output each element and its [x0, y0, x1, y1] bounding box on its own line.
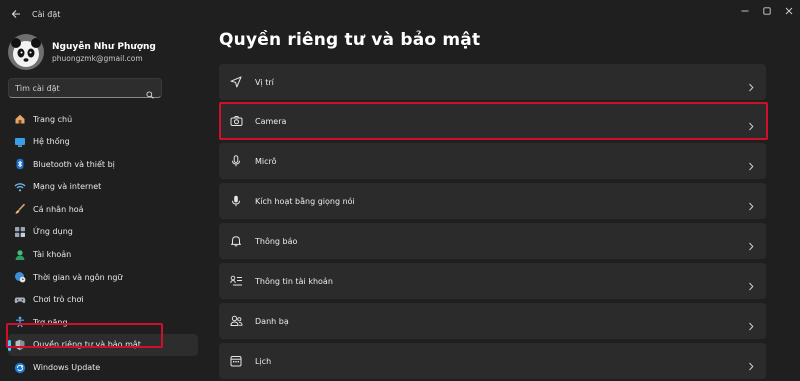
apps-icon: [14, 226, 26, 238]
home-icon: [14, 113, 26, 125]
chevron-right-icon: [748, 77, 754, 96]
search-input[interactable]: [15, 83, 145, 93]
sidebar-item-label: Windows Update: [33, 363, 101, 373]
system-icon: [14, 136, 26, 148]
sidebar-item-personalization[interactable]: Cá nhân hoá: [8, 198, 198, 220]
account-info-icon: [229, 274, 243, 288]
sidebar-item-apps[interactable]: Ứng dụng: [8, 221, 198, 243]
account-icon: [14, 249, 26, 261]
sidebar-item-home[interactable]: Trang chủ: [8, 108, 198, 130]
panda-avatar-icon: [8, 34, 44, 70]
location-icon: [229, 75, 243, 89]
setting-label: Thông tin tài khoản: [255, 276, 333, 286]
chevron-right-icon: [748, 276, 754, 295]
brush-icon: [14, 203, 26, 215]
sidebar-item-label: Chơi trò chơi: [33, 295, 84, 305]
setting-calendar[interactable]: Lịch: [219, 343, 766, 379]
sidebar-item-label: Thời gian và ngôn ngữ: [33, 272, 123, 282]
sidebar-item-bluetooth[interactable]: Bluetooth và thiết bị: [8, 153, 198, 175]
setting-notifications[interactable]: Thông báo: [219, 223, 766, 259]
setting-label: Kích hoạt bằng giọng nói: [255, 196, 355, 206]
bluetooth-icon: [14, 158, 26, 170]
setting-label: Vị trí: [255, 77, 274, 87]
setting-label: Lịch: [255, 356, 272, 366]
minimize-icon: [741, 10, 749, 12]
contacts-icon: [229, 314, 243, 328]
chevron-right-icon: [748, 236, 754, 255]
avatar: [8, 34, 44, 70]
sidebar-item-accounts[interactable]: Tài khoản: [8, 244, 198, 266]
main-content: Quyền riêng tư và bảo mật Vị trí Camera …: [219, 28, 768, 381]
sidebar-item-label: Mạng và internet: [33, 182, 102, 192]
maximize-button[interactable]: [756, 0, 778, 22]
settings-window: Cài đặt Nguyễn Như Phượng phuongzmk@gmai…: [0, 0, 800, 381]
setting-voice-activation[interactable]: Kích hoạt bằng giọng nói: [219, 183, 766, 219]
page-title: Quyền riêng tư và bảo mật: [219, 30, 481, 50]
setting-location[interactable]: Vị trí: [219, 64, 766, 100]
setting-microphone[interactable]: Micrô: [219, 143, 766, 179]
sidebar-item-windows-update[interactable]: Windows Update: [8, 357, 198, 379]
back-arrow-icon: [11, 10, 20, 18]
back-button[interactable]: [4, 2, 28, 26]
globe-clock-icon: [14, 271, 26, 283]
sidebar-item-network[interactable]: Mạng và internet: [8, 176, 198, 198]
user-profile[interactable]: Nguyễn Như Phượng phuongzmk@gmail.com: [8, 32, 198, 72]
chevron-right-icon: [748, 356, 754, 375]
sidebar-highlight-box: [6, 323, 163, 348]
minimize-button[interactable]: [734, 0, 756, 22]
sidebar-item-gaming[interactable]: Chơi trò chơi: [8, 289, 198, 311]
setting-account-info[interactable]: Thông tin tài khoản: [219, 263, 766, 299]
gamepad-icon: [14, 294, 26, 306]
maximize-icon: [763, 7, 771, 15]
sidebar-item-label: Hệ thống: [33, 137, 70, 147]
search-box[interactable]: [8, 78, 162, 99]
microphone-icon: [229, 154, 243, 168]
camera-highlight-box: [219, 102, 768, 140]
chevron-right-icon: [748, 196, 754, 215]
window-title: Cài đặt: [32, 9, 61, 19]
bell-icon: [229, 234, 243, 248]
sidebar-item-label: Tài khoản: [33, 250, 72, 260]
sidebar-item-time-language[interactable]: Thời gian và ngôn ngữ: [8, 266, 198, 288]
setting-contacts[interactable]: Danh bạ: [219, 303, 766, 339]
profile-email: phuongzmk@gmail.com: [52, 53, 143, 63]
close-icon: [785, 7, 793, 15]
sidebar-item-system[interactable]: Hệ thống: [8, 131, 198, 153]
sidebar-item-label: Bluetooth và thiết bị: [33, 159, 115, 169]
voice-activation-icon: [229, 194, 243, 208]
window-controls: [734, 0, 800, 22]
sidebar-item-label: Cá nhân hoá: [33, 204, 84, 214]
chevron-right-icon: [748, 156, 754, 175]
search-icon[interactable]: [146, 84, 154, 103]
setting-label: Thông báo: [255, 236, 298, 246]
chevron-right-icon: [748, 316, 754, 335]
title-bar: Cài đặt: [0, 0, 800, 28]
close-button[interactable]: [778, 0, 800, 22]
wifi-icon: [14, 181, 26, 193]
setting-label: Danh bạ: [255, 316, 289, 326]
update-icon: [14, 362, 26, 374]
sidebar-item-label: Ứng dụng: [33, 227, 73, 237]
calendar-icon: [229, 354, 243, 368]
profile-name: Nguyễn Như Phượng: [52, 41, 156, 52]
setting-label: Micrô: [255, 156, 277, 166]
sidebar-item-label: Trang chủ: [33, 114, 73, 124]
